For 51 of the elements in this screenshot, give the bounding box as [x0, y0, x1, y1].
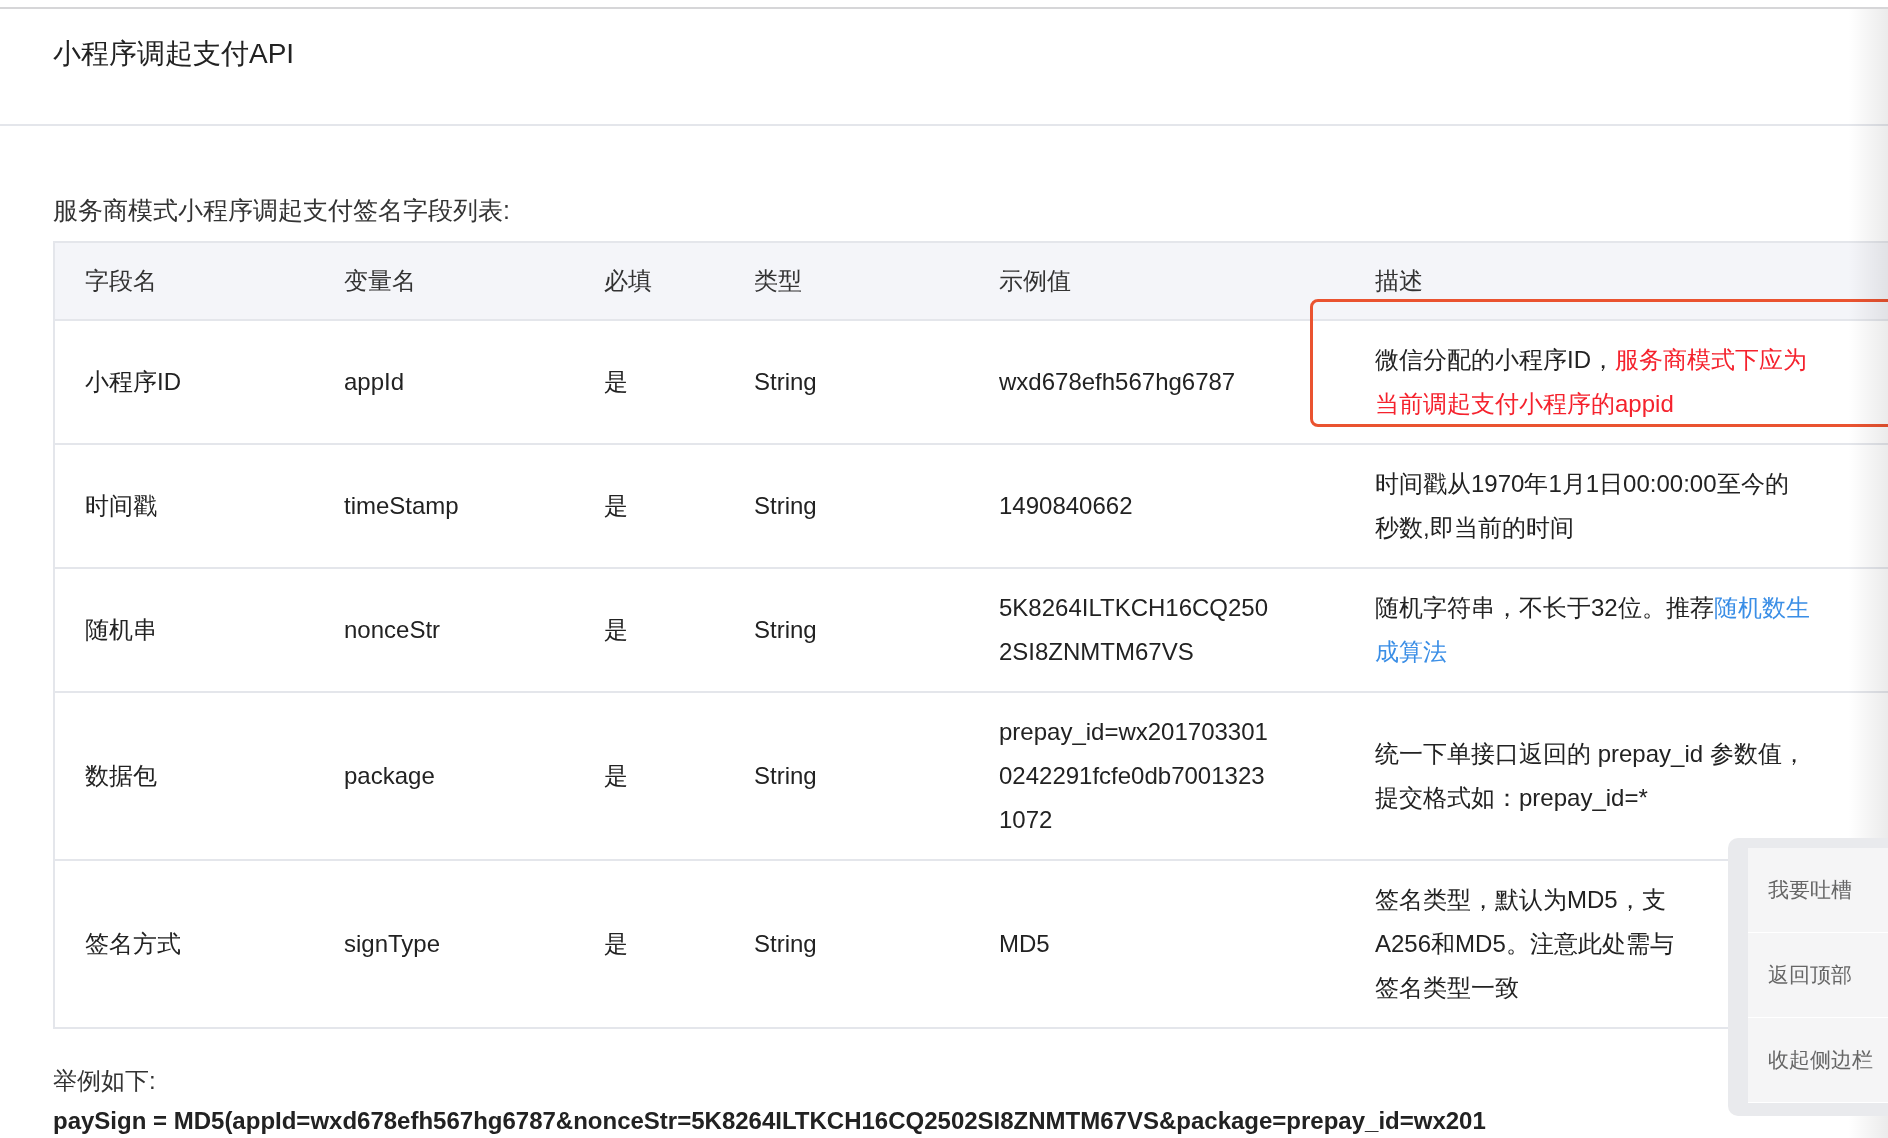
example-value-cell: 5K8264ILTKCH16CQ250 2SI8ZNMTM67VS: [969, 568, 1345, 692]
field-name-cell: 签名方式: [54, 860, 314, 1028]
example-value-cell: wxd678efh567hg6787: [969, 320, 1345, 444]
type-cell: String: [724, 444, 969, 568]
description-text: 微信分配的小程序ID，: [1375, 346, 1615, 373]
column-header: 示例值: [969, 242, 1345, 320]
variable-name-cell: appId: [314, 320, 574, 444]
description-text: 提交格式如：prepay_id=*: [1375, 784, 1648, 811]
page-title: 小程序调起支付API: [53, 37, 295, 71]
example-value-cell: 1490840662: [969, 444, 1345, 568]
column-header: 描述: [1345, 242, 1888, 320]
field-name-cell: 小程序ID: [54, 320, 314, 444]
type-cell: String: [724, 320, 969, 444]
example-label: 举例如下:: [53, 1066, 156, 1096]
required-cell: 是: [574, 568, 724, 692]
variable-name-cell: signType: [314, 860, 574, 1028]
variable-name-cell: timeStamp: [314, 444, 574, 568]
description-text: 时间戳从1970年1月1日00:00:00至今的: [1375, 470, 1789, 497]
algorithm-link[interactable]: 随机数生: [1713, 594, 1810, 621]
required-cell: 是: [574, 860, 724, 1028]
side-panel-button[interactable]: 返回顶部: [1748, 933, 1888, 1018]
field-name-cell: 随机串: [54, 568, 314, 692]
table-caption: 服务商模式小程序调起支付签名字段列表:: [53, 195, 510, 226]
required-cell: 是: [574, 692, 724, 860]
side-panel-button[interactable]: 我要吐槽: [1748, 848, 1888, 933]
variable-name-cell: nonceStr: [314, 568, 574, 692]
description-text: 随机字符串，不长于32位。推荐: [1375, 594, 1714, 621]
variable-name-cell: package: [314, 692, 574, 860]
description-text: 秒数,即当前的时间: [1375, 514, 1574, 541]
description-text: 统一下单接口返回的 prepay_id 参数值，: [1375, 740, 1806, 767]
description-text: 签名类型一致: [1375, 974, 1519, 1001]
example-code: paySign = MD5(appId=wxd678efh567hg6787&nonceStr=5K8264ILTKCH16CQ2502SI8ZNMTM67VS&package=prepay_id=wx201: [53, 1107, 1486, 1135]
example-value-cell: prepay_id=wx201703301 0242291fcfe0db7001323 1072: [969, 692, 1345, 860]
emphasized-note: 当前调起支付小程序的appid: [1375, 390, 1674, 417]
example-value-cell: MD5: [969, 860, 1345, 1028]
column-header: 必填: [574, 242, 724, 320]
required-cell: 是: [574, 320, 724, 444]
type-cell: String: [724, 568, 969, 692]
column-header: 变量名: [314, 242, 574, 320]
type-cell: String: [724, 692, 969, 860]
type-cell: String: [724, 860, 969, 1028]
description-text: 签名类型，默认为MD5，支: [1375, 886, 1666, 913]
description-text: A256和MD5。注意此处需与: [1375, 930, 1674, 957]
required-cell: 是: [574, 444, 724, 568]
algorithm-link[interactable]: 成算法: [1375, 638, 1447, 665]
emphasized-note: 服务商模式下应为: [1615, 346, 1807, 373]
field-name-cell: 数据包: [54, 692, 314, 860]
field-name-cell: 时间戳: [54, 444, 314, 568]
side-panel-button[interactable]: 收起侧边栏: [1748, 1018, 1888, 1103]
column-header: 字段名: [54, 242, 314, 320]
column-header: 类型: [724, 242, 969, 320]
